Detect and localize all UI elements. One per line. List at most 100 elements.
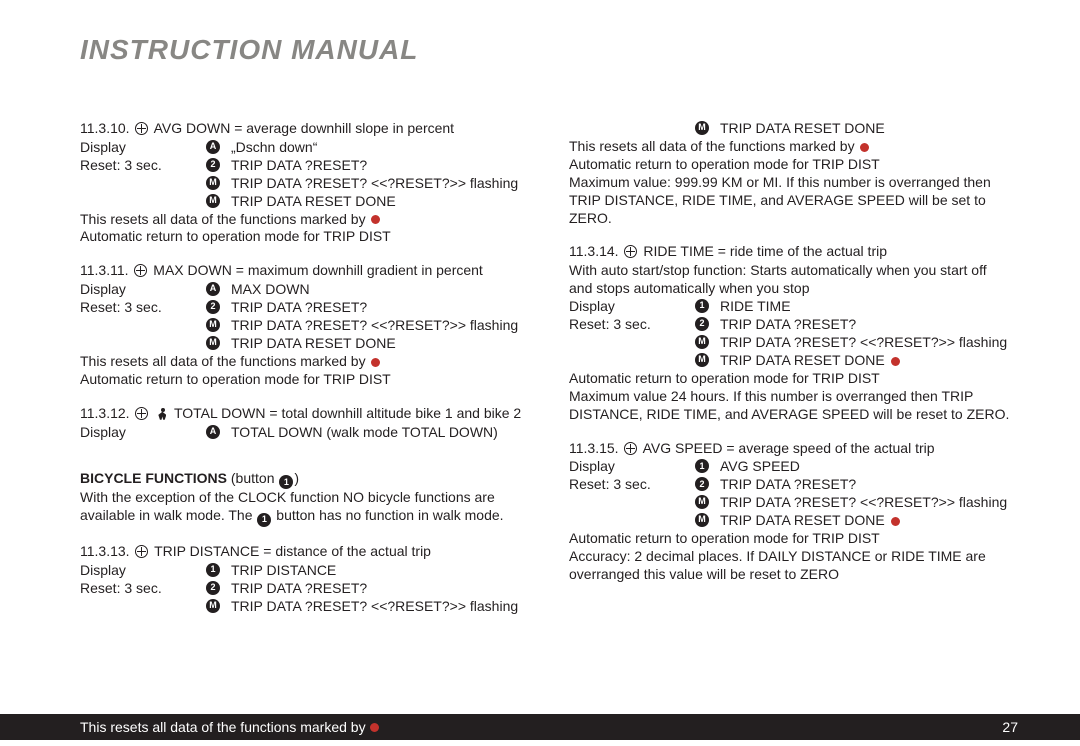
title-text: TRIP DISTANCE = distance of the actual t… (150, 543, 431, 559)
row-value: TRIP DATA ?RESET? (720, 476, 1018, 494)
section-title: 11.3.13. TRIP DISTANCE = distance of the… (80, 543, 529, 561)
section-title: 11.3.11. MAX DOWN = maximum downhill gra… (80, 262, 529, 280)
row-value: TRIP DATA ?RESET? <<?RESET?>> flashing (720, 334, 1018, 352)
row-value: TRIP DATA ?RESET? (720, 316, 1018, 334)
section-11-3-12: 11.3.12. TOTAL DOWN = total downhill alt… (80, 405, 529, 442)
row-value: TRIP DATA ?RESET? (231, 299, 529, 317)
note-line: Maximum value 24 hours. If this number i… (569, 388, 1018, 406)
row-label: Reset: 3 sec. (569, 476, 694, 494)
section-11-3-10: 11.3.10. AVG DOWN = average downhill slo… (80, 120, 529, 246)
row-value: TRIP DATA RESET DONE (720, 352, 1018, 370)
left-column: 11.3.10. AVG DOWN = average downhill slo… (80, 120, 529, 632)
table-row: Reset: 3 sec. 2 TRIP DATA ?RESET? (569, 316, 1018, 334)
button-2-icon: 2 (206, 300, 220, 314)
title-text: AVG DOWN = average downhill slope in per… (150, 120, 454, 136)
table-row: M TRIP DATA RESET DONE (80, 193, 529, 211)
note-line: Automatic return to operation mode for T… (80, 371, 529, 389)
table-row: Reset: 3 sec. 2 TRIP DATA ?RESET? (80, 580, 529, 598)
note-line: Accuracy: 2 decimal places. If DAILY DIS… (569, 548, 1018, 566)
compass-icon (135, 407, 148, 420)
button-m-icon: M (206, 176, 220, 190)
title-text: MAX DOWN = maximum downhill gradient in … (149, 262, 482, 278)
button-m-icon: M (206, 318, 220, 332)
row-value: AVG SPEED (720, 458, 1018, 476)
button-m-icon: M (206, 336, 220, 350)
row-label: Reset: 3 sec. (569, 316, 694, 334)
row-label: Display (569, 458, 694, 476)
footer-text: This resets all data of the functions ma… (80, 719, 366, 735)
title-prefix: 11.3.11. (80, 262, 132, 278)
title-text: RIDE TIME = ride time of the actual trip (639, 243, 887, 259)
bf-heading: BICYCLE FUNCTIONS (button 1) (80, 470, 529, 490)
row-symbol: M (205, 193, 231, 208)
button-a-icon: A (206, 140, 220, 154)
page-number: 27 (1002, 719, 1018, 735)
section-title: 11.3.14. RIDE TIME = ride time of the ac… (569, 243, 1018, 261)
button-m-icon: M (695, 513, 709, 527)
row-value: TRIP DATA RESET DONE (720, 120, 1018, 138)
row-label: Reset: 3 sec. (80, 299, 205, 317)
section-title: 11.3.10. AVG DOWN = average downhill slo… (80, 120, 529, 138)
section-title: 11.3.12. TOTAL DOWN = total downhill alt… (80, 405, 529, 423)
compass-icon (134, 264, 147, 277)
title-prefix: 11.3.14. (569, 243, 622, 259)
row-symbol: M (205, 175, 231, 190)
row-value: „Dschn down“ (231, 139, 529, 157)
button-1-icon: 1 (695, 299, 709, 313)
section-11-3-15: 11.3.15. AVG SPEED = average speed of th… (569, 440, 1018, 584)
table-row: Reset: 3 sec. 2 TRIP DATA ?RESET? (569, 476, 1018, 494)
note-line: With auto start/stop function: Starts au… (569, 262, 1018, 280)
table-row: M TRIP DATA ?RESET? <<?RESET?>> flashing (80, 598, 529, 616)
table-row: M TRIP DATA RESET DONE (569, 512, 1018, 530)
row-value: TRIP DATA ?RESET? <<?RESET?>> flashing (231, 175, 529, 193)
row-value: TRIP DISTANCE (231, 562, 529, 580)
section-bicycle-functions: BICYCLE FUNCTIONS (button 1) With the ex… (80, 470, 529, 527)
row-label: Reset: 3 sec. (80, 580, 205, 598)
row-value: TOTAL DOWN (walk mode TOTAL DOWN) (231, 424, 529, 442)
row-value: TRIP DATA ?RESET? <<?RESET?>> flashing (720, 494, 1018, 512)
table-row: Display A „Dschn down“ (80, 139, 529, 157)
right-column: M TRIP DATA RESET DONE This resets all d… (569, 120, 1018, 632)
row-label: Display (569, 298, 694, 316)
row-label: Display (80, 281, 205, 299)
table-row: M TRIP DATA RESET DONE (569, 352, 1018, 370)
row-value: TRIP DATA ?RESET? <<?RESET?>> flashing (231, 598, 529, 616)
table-row: M TRIP DATA ?RESET? <<?RESET?>> flashing (80, 175, 529, 193)
button-2-icon: 2 (206, 581, 220, 595)
row-value: MAX DOWN (231, 281, 529, 299)
hiker-icon (156, 408, 168, 420)
bf-line: available in walk mode. The 1 button has… (80, 507, 529, 527)
table-row: Display 1 AVG SPEED (569, 458, 1018, 476)
button-1-icon: 1 (206, 563, 220, 577)
row-label: Display (80, 424, 205, 442)
note-line: Automatic return to operation mode for T… (569, 156, 1018, 174)
title-prefix: 11.3.13. (80, 543, 133, 559)
note-line: This resets all data of the functions ma… (80, 353, 529, 371)
row-symbol: 2 (205, 157, 231, 172)
button-2-icon: 2 (695, 477, 709, 491)
table-row: Reset: 3 sec. 2 TRIP DATA ?RESET? (80, 157, 529, 175)
button-m-icon: M (695, 495, 709, 509)
table-row: M TRIP DATA ?RESET? <<?RESET?>> flashing (569, 334, 1018, 352)
button-m-icon: M (695, 353, 709, 367)
button-1-icon: 1 (257, 513, 271, 527)
row-value: RIDE TIME (720, 298, 1018, 316)
red-dot-icon (891, 517, 900, 526)
manual-page: INSTRUCTION MANUAL 11.3.10. AVG DOWN = a… (0, 0, 1080, 746)
page-header: INSTRUCTION MANUAL (0, 0, 1080, 66)
section-11-3-13: 11.3.13. TRIP DISTANCE = distance of the… (80, 543, 529, 616)
table-row: M TRIP DATA RESET DONE (569, 120, 1018, 138)
table-row: Display 1 RIDE TIME (569, 298, 1018, 316)
button-2-icon: 2 (695, 317, 709, 331)
row-value: TRIP DATA RESET DONE (231, 193, 529, 211)
row-value: TRIP DATA ?RESET? (231, 580, 529, 598)
red-dot-icon (371, 358, 380, 367)
title-prefix: 11.3.12. (80, 405, 133, 421)
note-line: Automatic return to operation mode for T… (569, 530, 1018, 548)
title-prefix: 11.3.10. (80, 120, 133, 136)
section-11-3-13-cont: M TRIP DATA RESET DONE This resets all d… (569, 120, 1018, 227)
page-title: INSTRUCTION MANUAL (80, 34, 1080, 66)
bf-heading-bold: BICYCLE FUNCTIONS (80, 470, 231, 486)
note-line: Maximum value: 999.99 KM or MI. If this … (569, 174, 1018, 192)
note-line: TRIP DISTANCE, RIDE TIME, and AVERAGE SP… (569, 192, 1018, 228)
